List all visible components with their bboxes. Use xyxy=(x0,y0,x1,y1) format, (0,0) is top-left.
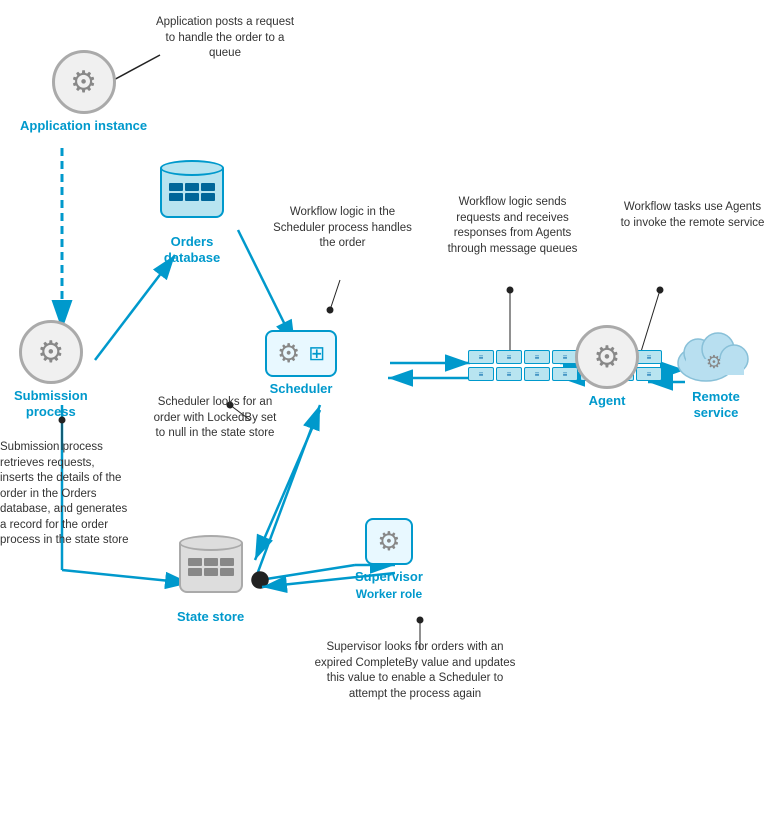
scheduler-node: ⚙ ⊞ Scheduler xyxy=(265,330,337,397)
db-cell xyxy=(220,568,234,576)
db-cell xyxy=(185,193,199,201)
diagram: ⚙ Application instance Application posts… xyxy=(0,0,773,818)
orders-db-icon xyxy=(160,160,224,230)
msg-cell xyxy=(524,350,550,364)
db-cell xyxy=(204,568,218,576)
scheduler-gear: ⚙ xyxy=(277,338,300,369)
db-cell xyxy=(188,568,202,576)
submission-node: ⚙ Submissionprocess xyxy=(14,320,88,419)
msg-cell xyxy=(468,367,494,381)
db-cell xyxy=(220,558,234,566)
msg-cell xyxy=(636,350,662,364)
agent-icon: ⚙ xyxy=(575,325,639,389)
db-cell xyxy=(204,558,218,566)
db-cell xyxy=(169,193,183,201)
orders-db-grid xyxy=(165,179,219,205)
msg-cell xyxy=(524,367,550,381)
annotation-workflow-tasks: Workflow tasks use Agents to invoke the … xyxy=(620,200,765,231)
state-store-node: State store xyxy=(177,535,244,625)
msg-cell xyxy=(496,367,522,381)
supervisor-label: Supervisor xyxy=(355,569,423,585)
scheduler-icon: ⚙ ⊞ xyxy=(265,330,337,377)
agent-node: ⚙ Agent xyxy=(575,325,639,409)
msg-cell xyxy=(468,350,494,364)
supervisor-node: ⚙ Supervisor Worker role xyxy=(355,518,423,601)
worker-role-label: Worker role xyxy=(356,587,422,601)
agent-gear: ⚙ xyxy=(594,340,621,375)
annotation-workflow-sends: Workflow logic sends requests and receiv… xyxy=(435,195,590,257)
remote-service-node: ⚙ Remoteservice xyxy=(676,325,756,420)
submission-label: Submissionprocess xyxy=(14,388,88,419)
state-store-label: State store xyxy=(177,609,244,625)
application-label: Application instance xyxy=(20,118,147,134)
submission-gear: ⚙ xyxy=(37,335,64,370)
db-cell xyxy=(201,183,215,191)
remote-service-label: Remoteservice xyxy=(692,389,740,420)
application-node: ⚙ Application instance xyxy=(20,50,147,134)
state-store-top xyxy=(179,535,243,551)
application-gear: ⚙ xyxy=(70,65,97,100)
orders-db-node: Ordersdatabase xyxy=(160,160,224,265)
state-store-icon xyxy=(179,535,243,605)
scheduler-workflow-icon: ⊞ xyxy=(308,341,325,366)
supervisor-icon-box: ⚙ xyxy=(365,518,412,565)
orders-db-label: Ordersdatabase xyxy=(164,234,220,265)
db-cell xyxy=(188,558,202,566)
svg-text:⚙: ⚙ xyxy=(706,352,722,372)
annotation-workflow-scheduler: Workflow logic in the Scheduler process … xyxy=(270,205,415,252)
supervisor-gear-icon: ⚙ xyxy=(377,526,400,557)
msg-cell xyxy=(636,367,662,381)
annotation-supervisor: Supervisor looks for orders with an expi… xyxy=(310,640,520,702)
agent-label: Agent xyxy=(589,393,626,409)
msg-cell xyxy=(496,350,522,364)
annotation-submission: Submission process retrieves requests, i… xyxy=(0,440,130,549)
db-cell xyxy=(185,183,199,191)
cloud-svg: ⚙ xyxy=(676,325,756,385)
remote-service-icon: ⚙ xyxy=(676,325,756,385)
state-store-grid xyxy=(184,554,238,580)
submission-icon: ⚙ xyxy=(19,320,83,384)
annotation-app-post: Application posts a request to handle th… xyxy=(155,15,295,62)
db-cell xyxy=(201,193,215,201)
application-icon: ⚙ xyxy=(52,50,116,114)
annotation-scheduler-looks: Scheduler looks for an order with Locked… xyxy=(150,395,280,442)
orders-db-top xyxy=(160,160,224,176)
db-cell xyxy=(169,183,183,191)
